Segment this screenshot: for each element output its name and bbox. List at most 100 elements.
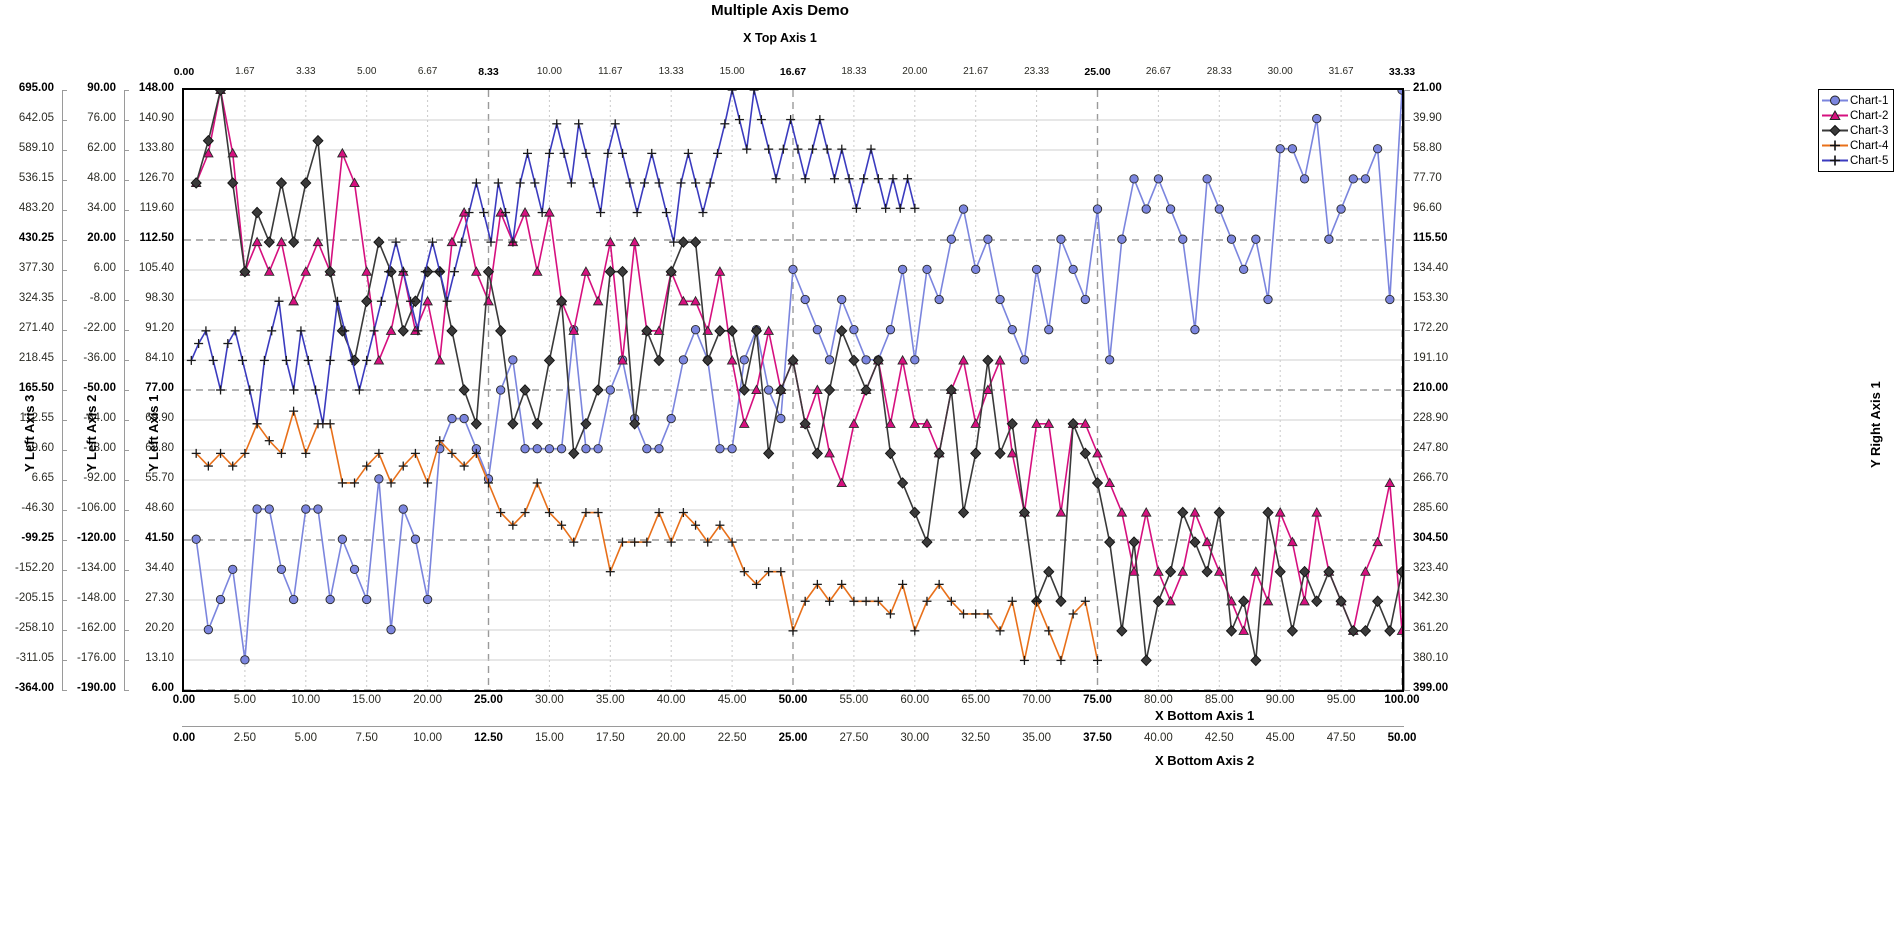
y_right_1-tickmark [1404, 540, 1410, 541]
y-left-axis-3-title: Y Left Axis 3 [22, 394, 37, 472]
y_right_1-tickmark [1404, 630, 1410, 631]
x_top_1-tick-label: 31.67 [1328, 66, 1354, 77]
y_right_1-tickmark [1404, 180, 1410, 181]
x_bottom_1-tick-label: 55.00 [839, 694, 869, 706]
y_right_1-tickmark [1404, 480, 1410, 481]
y_right_1-tickmark [1404, 90, 1410, 91]
y_left_1-tick-label: 27.30 [145, 592, 174, 604]
series-chart-5 [186, 90, 920, 429]
y_left_1-tick-label: 6.00 [151, 682, 174, 694]
x_top_1-tick-label: 28.33 [1206, 66, 1232, 77]
x_top_1-tick-label: 20.00 [902, 66, 928, 77]
x_top_1-tick-label: 0.00 [173, 66, 195, 78]
x_bottom_2-tick-label: 50.00 [1387, 732, 1417, 744]
legend-marker-diamond-icon [1822, 124, 1848, 137]
y_right_1-tick-label: 361.20 [1413, 622, 1449, 634]
x_bottom_2-tick-label: 17.50 [595, 732, 625, 744]
x-top-axis-1-title: X Top Axis 1 [743, 31, 817, 45]
x_bottom_1-tick-label: 15.00 [352, 694, 382, 706]
y_left_1-tick-label: 13.10 [145, 652, 174, 664]
x_bottom_2-tick-label: 37.50 [1083, 732, 1112, 744]
x_bottom_2-tick-label: 12.50 [474, 732, 503, 744]
x_top_1-tick-label: 26.67 [1145, 66, 1171, 77]
x_top_1-tick-label: 8.33 [478, 66, 499, 78]
x_bottom_1-tick-label: 35.00 [595, 694, 625, 706]
y_right_1-tick-label: 134.40 [1413, 262, 1449, 274]
y_right_1-tick-label: 191.10 [1413, 352, 1449, 364]
x_bottom_1-tick-label: 40.00 [656, 694, 686, 706]
x_top_1-tick-label: 33.33 [1388, 66, 1416, 78]
y_right_1-tickmark [1404, 690, 1410, 691]
legend-item[interactable]: Chart-5 [1822, 153, 1888, 168]
y_left_1-tick-label: 84.10 [145, 352, 174, 364]
x_bottom_2-tick-label: 27.50 [839, 732, 869, 744]
y_left_1-tick-label: 77.00 [145, 382, 174, 394]
y_right_1-tick-label: 380.10 [1413, 652, 1449, 664]
y_right_1-tick-label: 21.00 [1413, 82, 1442, 94]
legend-marker-circle-icon [1822, 95, 1848, 106]
y_right_1-tick-label: 39.90 [1413, 112, 1442, 124]
legend-item[interactable]: Chart-2 [1822, 108, 1888, 123]
y_left_1-tick-label: 105.40 [138, 262, 174, 274]
x_top_1-tick-label: 23.33 [1024, 66, 1050, 77]
y_right_1-tickmark [1404, 270, 1410, 271]
x_bottom_1-tick-label: 25.00 [474, 694, 503, 706]
series-chart-3 [190, 90, 1402, 667]
x_bottom_2-tick-label: 20.00 [656, 732, 686, 744]
x_top_1-tick-label: 13.33 [658, 66, 684, 77]
x_bottom_1-tick-label: 20.00 [413, 694, 442, 706]
y_right_1-tick-label: 153.30 [1413, 292, 1449, 304]
y_left_1-tick-label: 112.50 [139, 232, 174, 244]
legend-item[interactable]: Chart-3 [1822, 123, 1888, 138]
x_bottom_2-tick-label: 7.50 [355, 732, 378, 744]
y-left-axis-2-title: Y Left Axis 2 [84, 394, 99, 472]
x_bottom_2-tick-label: 22.50 [717, 732, 747, 744]
legend-marker-triangle-icon [1822, 109, 1848, 120]
y_right_1-tickmark [1404, 660, 1410, 661]
x_top_1-tick-label: 11.67 [598, 66, 623, 77]
legend-label: Chart-2 [1850, 109, 1889, 122]
y_right_1-tick-label: 58.80 [1413, 142, 1442, 154]
y_right_1-tickmark [1404, 570, 1410, 571]
x_top_1-tick-label: 16.67 [779, 66, 807, 78]
x_bottom_2-tick-label: 25.00 [778, 732, 808, 744]
x_top_1-tick-label: 3.33 [296, 66, 316, 77]
x_bottom_2-tick-label: 40.00 [1144, 732, 1173, 744]
x_top_1-tick-label: 1.67 [235, 66, 255, 77]
y_right_1-tick-label: 266.70 [1413, 472, 1449, 484]
x_bottom_2-tick-label: 5.00 [294, 732, 317, 744]
plot-area[interactable] [182, 88, 1404, 692]
x_bottom_1-tick-label: 60.00 [900, 694, 930, 706]
x_top_1-tick-label: 5.00 [356, 66, 377, 77]
x_bottom_1-tick-label: 80.00 [1144, 694, 1173, 706]
y_right_1-tick-label: 228.90 [1413, 412, 1449, 424]
x_bottom_2-tick-label: 45.00 [1265, 732, 1295, 744]
y_right_1-tick-label: 77.70 [1413, 172, 1442, 184]
legend-marker-plus-icon [1822, 140, 1848, 151]
y_right_1-tickmark [1404, 600, 1410, 601]
x_top_1-tick-label: 18.33 [841, 66, 867, 77]
y_right_1-tickmark [1404, 120, 1410, 121]
x-bottom-axis-2-line [182, 726, 1404, 727]
legend-label: Chart-3 [1850, 124, 1889, 137]
y_left_1-tick-label: 148.00 [138, 82, 174, 94]
y_left_1-tick-label: 140.90 [138, 112, 174, 124]
x_bottom_2-tick-label: 2.50 [233, 732, 257, 744]
y_right_1-tickmark [1404, 210, 1410, 211]
x_bottom_1-tick-label: 50.00 [778, 694, 808, 706]
x_bottom_1-tick-label: 70.00 [1022, 694, 1051, 706]
legend-label: Chart-5 [1850, 154, 1889, 167]
legend-item[interactable]: Chart-1 [1822, 93, 1888, 108]
x_bottom_1-tick-label: 5.00 [233, 694, 257, 706]
y_left_1-tick-label: 20.20 [145, 622, 174, 634]
chart-page: Multiple Axis Demo X Top Axis 1 0.00 1.67… [0, 0, 1898, 941]
y_right_1-tick-label: 304.50 [1413, 532, 1449, 544]
y_right_1-tick-label: 172.20 [1413, 322, 1449, 334]
x_bottom_2-tick-label: 32.50 [961, 732, 991, 744]
x-bottom-axis-2-title: X Bottom Axis 2 [1155, 753, 1255, 768]
x_bottom_1-tick-label: 10.00 [291, 694, 321, 706]
x_bottom_2-tick-label: 0.00 [172, 732, 196, 744]
y_right_1-tick-label: 247.80 [1413, 442, 1449, 454]
legend-item[interactable]: Chart-4 [1822, 138, 1888, 153]
x-bottom-axis-1-title: X Bottom Axis 1 [1155, 708, 1255, 723]
